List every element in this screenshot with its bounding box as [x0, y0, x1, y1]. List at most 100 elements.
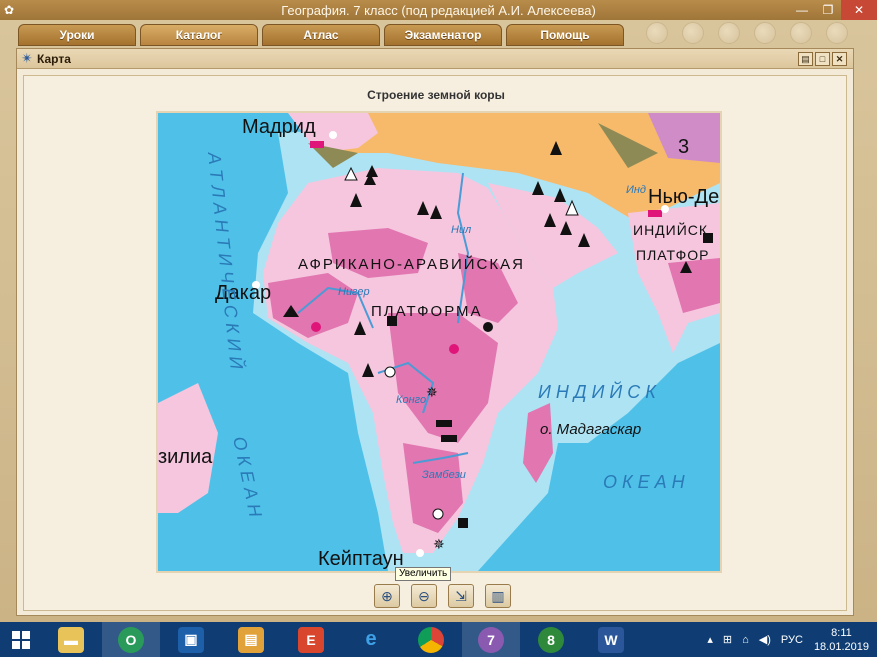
scroll-icon: ▥	[491, 587, 505, 604]
deposit-marker	[384, 366, 396, 378]
label-indian-2: ПЛАТФОР	[636, 247, 709, 263]
label-number-3: 3	[678, 136, 689, 158]
label-platform-1: АФРИКАНО-АРАВИЙСКАЯ	[298, 255, 525, 273]
zoom-out-button[interactable]: ⊖	[411, 584, 437, 608]
tab-examiner[interactable]: Экзаменатор	[384, 24, 502, 46]
label-madrid: Мадрид	[242, 116, 316, 138]
zoom-in-button[interactable]: ⊕	[374, 584, 400, 608]
reader-icon: E	[298, 626, 324, 653]
label-madagascar: о. Мадагаскар	[540, 421, 641, 438]
map-toolbar: ⊕ ⊖ ⇲ ▥	[374, 584, 511, 608]
deposit-marker	[441, 435, 457, 442]
tab-lessons[interactable]: Уроки	[18, 24, 136, 46]
deposit-marker	[483, 322, 493, 332]
globe-icon	[754, 22, 776, 44]
star-marker: ✵	[433, 536, 445, 552]
internet-explorer-icon: e	[365, 628, 377, 650]
star-marker: ✵	[426, 384, 438, 400]
map-window-header: ✴ Карта ▤ □ ✕	[17, 49, 853, 69]
city-dot	[329, 131, 337, 139]
label-congo: Конго	[396, 394, 426, 406]
windows-logo-icon	[12, 630, 30, 649]
label-newdelhi: Нью-Де	[648, 186, 719, 208]
taskbar-ie[interactable]: e	[342, 622, 400, 657]
taskbar-explorer[interactable]: ▬	[42, 622, 100, 657]
folder-icon: ▬	[58, 626, 84, 653]
label-ocean-indian-1: И Н Д И Й С К	[538, 381, 657, 402]
print-button[interactable]: ▤	[798, 52, 813, 66]
title-bar: ✿ География. 7 класс (под редакцией А.И.…	[0, 0, 877, 20]
tray-chevron-icon[interactable]: ▴	[707, 633, 713, 646]
taskbar-geography8[interactable]: 8	[522, 622, 580, 657]
chrome-icon	[418, 626, 444, 653]
archive-icon: ▤	[238, 626, 264, 653]
geography-globe-icon: 7	[478, 626, 504, 653]
label-brazil: зилиа	[158, 446, 213, 468]
deposit-marker	[458, 518, 468, 528]
deposit-marker	[648, 210, 662, 217]
globe-icon	[826, 22, 848, 44]
tray-network-icon[interactable]: ⊞	[723, 633, 732, 646]
map-title: Строение земной коры	[367, 88, 505, 102]
label-ind: Инд	[626, 184, 646, 196]
globe-icon	[790, 22, 812, 44]
start-button[interactable]	[0, 622, 42, 657]
language-indicator[interactable]: РУС	[781, 634, 803, 646]
clock[interactable]: 8:11 18.01.2019	[814, 626, 869, 654]
close-button[interactable]: ✕	[841, 0, 877, 20]
tray-wifi-icon[interactable]: ⌂	[742, 634, 749, 646]
maximize-button[interactable]: ❐	[815, 0, 841, 20]
deposit-marker	[436, 420, 452, 427]
map-view[interactable]: ✵ ✵ Мадрид Дакар Кейптаун Нью-Де зилиа А…	[156, 111, 722, 573]
taskbar-chrome[interactable]	[402, 622, 460, 657]
deposit-marker	[310, 141, 324, 148]
clock-date: 18.01.2019	[813, 640, 869, 653]
fit-arrows-icon: ⇲	[455, 587, 467, 604]
globe-app-icon: 8	[538, 626, 564, 653]
taskbar: ▬ O ▣ ▤ E e 7 8 W ▴ ⊞ ⌂ ◀) РУС 8:11 18.0…	[0, 622, 877, 657]
label-indian-1: ИНДИЙСК.	[633, 221, 713, 238]
word-icon: W	[598, 626, 624, 653]
minimize-button[interactable]: —	[789, 0, 815, 20]
clock-time: 8:11	[831, 626, 852, 639]
decorative-globes	[640, 22, 877, 48]
map-window: ✴ Карта ▤ □ ✕ Строение земной коры ✵ ✵ М…	[16, 48, 854, 616]
floppy-icon: ▣	[178, 626, 204, 653]
label-niger: Нигер	[338, 286, 370, 298]
map-window-title: Карта	[37, 51, 71, 66]
taskbar-reader[interactable]: E	[282, 622, 340, 657]
zoom-in-tooltip: Увеличить	[395, 567, 452, 581]
globe-icon	[646, 22, 668, 44]
taskbar-word[interactable]: W	[582, 622, 640, 657]
opera-icon: O	[118, 626, 144, 653]
taskbar-opera[interactable]: O	[102, 622, 160, 657]
compass-star-icon: ✴	[21, 50, 33, 66]
legend-button[interactable]: ▥	[485, 584, 511, 608]
tab-atlas[interactable]: Атлас	[262, 24, 380, 46]
tab-help[interactable]: Помощь	[506, 24, 624, 46]
tab-catalog[interactable]: Каталог	[140, 24, 258, 46]
globe-icon	[718, 22, 740, 44]
map-close-button[interactable]: ✕	[832, 52, 847, 66]
taskbar-geography7[interactable]: 7	[462, 622, 520, 657]
magnifier-plus-icon: ⊕	[381, 587, 393, 604]
taskbar-save[interactable]: ▣	[162, 622, 220, 657]
globe-icon	[682, 22, 704, 44]
map-panel: Строение земной коры ✵ ✵ Мадрид Дакар Ке…	[23, 75, 847, 611]
taskbar-archive[interactable]: ▤	[222, 622, 280, 657]
deposit-marker	[449, 344, 459, 354]
system-tray: ▴ ⊞ ⌂ ◀) РУС 8:11 18.01.2019	[702, 622, 877, 657]
label-platform-2: ПЛАТФОРМА	[371, 303, 483, 320]
label-nile: Нил	[451, 224, 471, 236]
label-capetown: Кейптаун	[318, 548, 404, 570]
label-zambezi: Замбези	[422, 469, 466, 481]
magnifier-minus-icon: ⊖	[418, 587, 430, 604]
city-dot	[416, 549, 424, 557]
restore-button[interactable]: □	[815, 52, 830, 66]
deposit-marker	[311, 322, 321, 332]
deposit-marker	[432, 508, 444, 520]
label-ocean-indian-2: О К Е А Н	[603, 472, 686, 492]
fit-map-button[interactable]: ⇲	[448, 584, 474, 608]
tray-volume-icon[interactable]: ◀)	[759, 633, 771, 646]
window-title: География. 7 класс (под редакцией А.И. А…	[281, 2, 596, 18]
